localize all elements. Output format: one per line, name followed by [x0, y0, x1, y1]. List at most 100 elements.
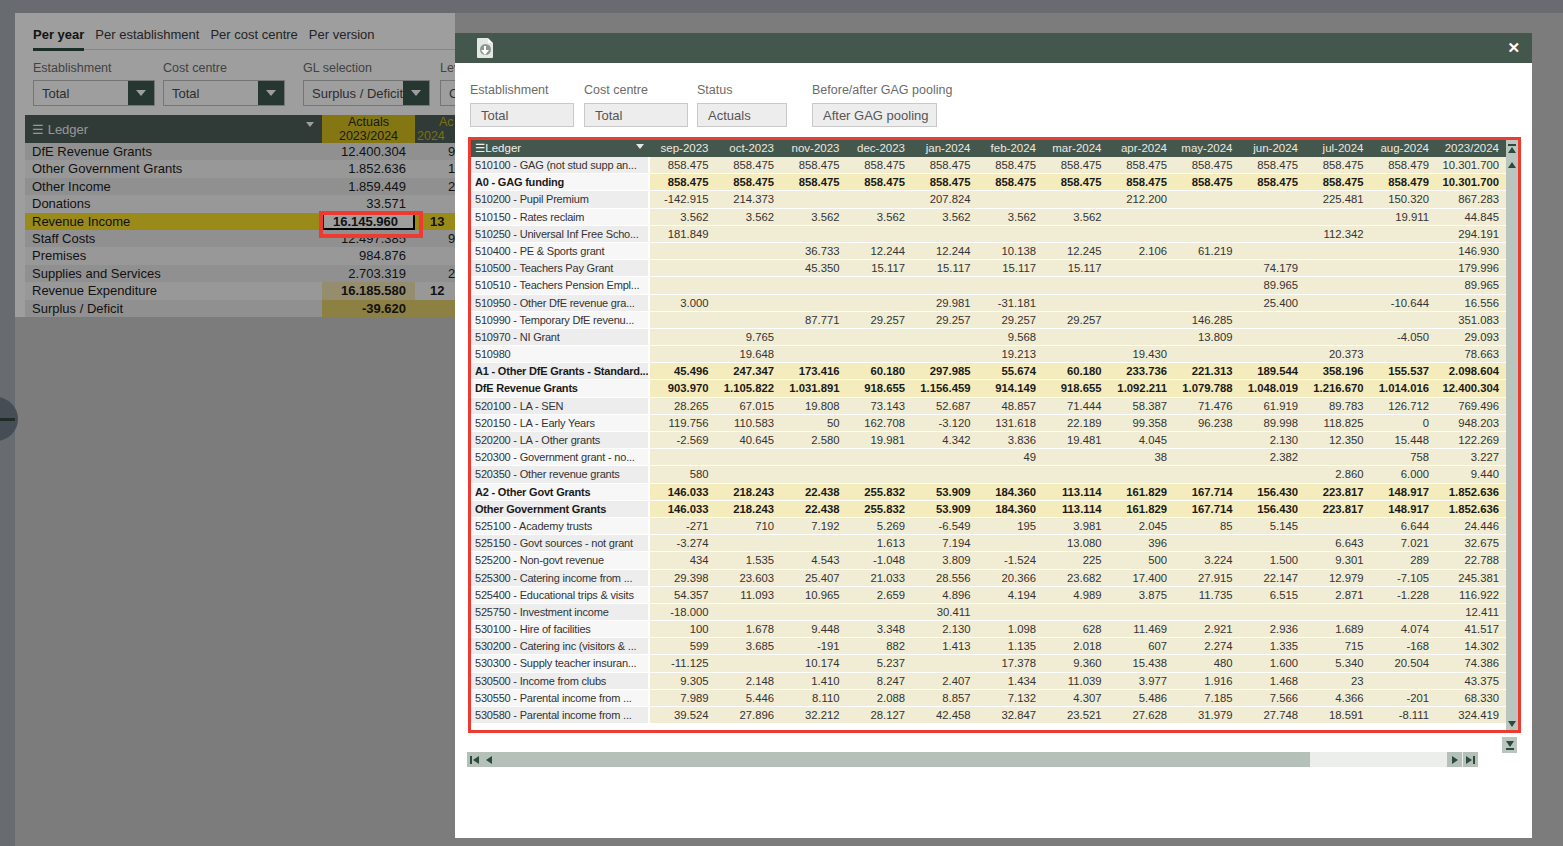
cell: 11.093 — [716, 587, 782, 604]
cell: 61.919 — [1240, 398, 1306, 415]
row-label: 530580 - Parental income from ... — [471, 707, 650, 724]
table-row[interactable]: 510200 - Pupil Premium-142.915214.373207… — [471, 191, 1506, 208]
cell — [1109, 329, 1175, 346]
scroll-bottom-button[interactable] — [1502, 737, 1517, 753]
cell — [1043, 346, 1109, 363]
table-row[interactable]: 520200 - LA - Other grants-2.56940.6452.… — [471, 432, 1506, 449]
table-row[interactable]: 510510 - Teachers Pension Empl...89.9658… — [471, 277, 1506, 294]
vertical-scrollbar[interactable] — [1506, 140, 1518, 730]
close-icon[interactable]: ✕ — [1507, 39, 1520, 57]
table-row[interactable]: A1 - Other DfE Grants - Standard...45.49… — [471, 363, 1506, 380]
cell — [1305, 260, 1371, 277]
table-row[interactable]: 530300 - Supply teacher insuran...-11.12… — [471, 655, 1506, 672]
column-header-feb-2024: feb-2024 — [978, 140, 1044, 157]
cell: -1.048 — [847, 552, 913, 569]
horizontal-scroll-thumb[interactable] — [467, 752, 1310, 767]
table-row[interactable]: 520300 - Government grant - no...49382.3… — [471, 449, 1506, 466]
scroll-far-left-button[interactable] — [470, 752, 479, 767]
row-label: 530300 - Supply teacher insuran... — [471, 655, 650, 672]
cell: 599 — [650, 638, 716, 655]
table-row[interactable]: 520350 - Other revenue grants5802.8606.0… — [471, 466, 1506, 483]
table-row[interactable]: A0 - GAG funding858.475858.475858.475858… — [471, 174, 1506, 191]
horizontal-scrollbar[interactable] — [467, 752, 1478, 767]
table-row[interactable]: 530200 - Catering inc (visitors & ...599… — [471, 638, 1506, 655]
cell: 4.194 — [978, 587, 1044, 604]
table-row[interactable]: DfE Revenue Grants903.9701.105.8221.031.… — [471, 380, 1506, 397]
table-row[interactable]: 510970 - NI Grant9.7659.56813.809-4.0502… — [471, 329, 1506, 346]
cell: 1.613 — [847, 535, 913, 552]
cell: 218.243 — [716, 501, 782, 518]
scroll-down-button[interactable] — [1506, 717, 1518, 730]
cell — [1109, 295, 1175, 312]
row-label: 510400 - PE & Sports grant — [471, 243, 650, 260]
cell — [1305, 209, 1371, 226]
table-row[interactable]: 510250 - Universal Inf Free Scho...181.8… — [471, 226, 1506, 243]
cell: 858.475 — [1043, 157, 1109, 174]
table-row[interactable]: Other Government Grants146.033218.24322.… — [471, 501, 1506, 518]
cell — [1043, 191, 1109, 208]
filter-value-box[interactable]: Total — [584, 103, 688, 127]
export-icon[interactable] — [477, 38, 493, 58]
table-row[interactable]: 520150 - LA - Early Years119.756110.5835… — [471, 415, 1506, 432]
table-row[interactable]: 525750 - Investment income-18.00030.4111… — [471, 604, 1506, 621]
chevron-down-icon[interactable] — [636, 144, 644, 149]
vertical-scroll-track[interactable] — [1506, 172, 1518, 717]
table-row[interactable]: 51098019.64819.21319.43020.37378.663 — [471, 346, 1506, 363]
scroll-up-button[interactable] — [1506, 157, 1518, 172]
filter-value-box[interactable]: Actuals — [697, 103, 787, 127]
table-row[interactable]: 520100 - LA - SEN28.26567.01519.80873.14… — [471, 398, 1506, 415]
cell: 113.114 — [1043, 501, 1109, 518]
cell: 294.191 — [1436, 226, 1506, 243]
cell — [1174, 191, 1240, 208]
table-row[interactable]: A2 - Other Govt Grants146.033218.24322.4… — [471, 484, 1506, 501]
cell: 858.475 — [1240, 157, 1306, 174]
cell: 11.039 — [1043, 673, 1109, 690]
cell: 2.274 — [1174, 638, 1240, 655]
table-row[interactable]: 510990 - Temporary DfE revenu...87.77129… — [471, 312, 1506, 329]
cell: 324.419 — [1436, 707, 1506, 724]
cell: 858.475 — [1305, 174, 1371, 191]
scroll-left-button[interactable] — [486, 752, 492, 767]
cell: 3.981 — [1043, 518, 1109, 535]
cell: 2.936 — [1240, 621, 1306, 638]
table-row[interactable]: 510100 - GAG (not stud supp an...858.475… — [471, 157, 1506, 174]
scroll-top-button[interactable] — [1506, 140, 1518, 157]
cell — [716, 449, 782, 466]
table-row[interactable]: 525100 - Academy trusts-2717107.1925.269… — [471, 518, 1506, 535]
scroll-far-right-button[interactable] — [1463, 752, 1478, 767]
cell — [650, 260, 716, 277]
table-row[interactable]: 525300 - Catering income from ...29.3982… — [471, 570, 1506, 587]
cell — [1174, 432, 1240, 449]
cell: 195 — [978, 518, 1044, 535]
cell: 13.080 — [1043, 535, 1109, 552]
cell: 148.917 — [1371, 501, 1437, 518]
cell — [1109, 260, 1175, 277]
cell: 1.689 — [1305, 621, 1371, 638]
filter-label: Cost centre — [584, 83, 688, 97]
table-row[interactable]: 525150 - Govt sources - not grant-3.2741… — [471, 535, 1506, 552]
cell — [1305, 295, 1371, 312]
table-row[interactable]: 510150 - Rates reclaim3.5623.5623.5623.5… — [471, 209, 1506, 226]
table-row[interactable]: 510400 - PE & Sports grant36.73312.24412… — [471, 243, 1506, 260]
table-row[interactable]: 530100 - Hire of facilities1001.6789.448… — [471, 621, 1506, 638]
scroll-right-button[interactable] — [1447, 752, 1462, 767]
cell: 3.227 — [1436, 449, 1506, 466]
table-row[interactable]: 510500 - Teachers Pay Grant45.35015.1171… — [471, 260, 1506, 277]
cell: -18.000 — [650, 604, 716, 621]
table-row[interactable]: 530580 - Parental income from ...39.5242… — [471, 707, 1506, 724]
table-row[interactable]: 530550 - Parental income from ...7.9895.… — [471, 690, 1506, 707]
cell — [912, 329, 978, 346]
cell: 16.556 — [1436, 295, 1506, 312]
filter-value-box[interactable]: After GAG pooling — [812, 103, 937, 127]
column-header-oct-2023: oct-2023 — [716, 140, 782, 157]
row-label: 525400 - Educational trips & visits — [471, 587, 650, 604]
filter-value-box[interactable]: Total — [470, 103, 574, 127]
ledger-column-header[interactable]: ☰Ledger — [471, 140, 650, 157]
table-row[interactable]: 530500 - Income from clubs9.3052.1481.41… — [471, 673, 1506, 690]
cell — [781, 191, 847, 208]
table-row[interactable]: 525400 - Educational trips & visits54.35… — [471, 587, 1506, 604]
table-row[interactable]: 510950 - Other DfE revenue gra...3.00029… — [471, 295, 1506, 312]
table-row[interactable]: 525200 - Non-govt revenue4341.5354.543-1… — [471, 552, 1506, 569]
cell — [781, 466, 847, 483]
monthly-table-body: 510100 - GAG (not stud supp an...858.475… — [471, 157, 1506, 724]
